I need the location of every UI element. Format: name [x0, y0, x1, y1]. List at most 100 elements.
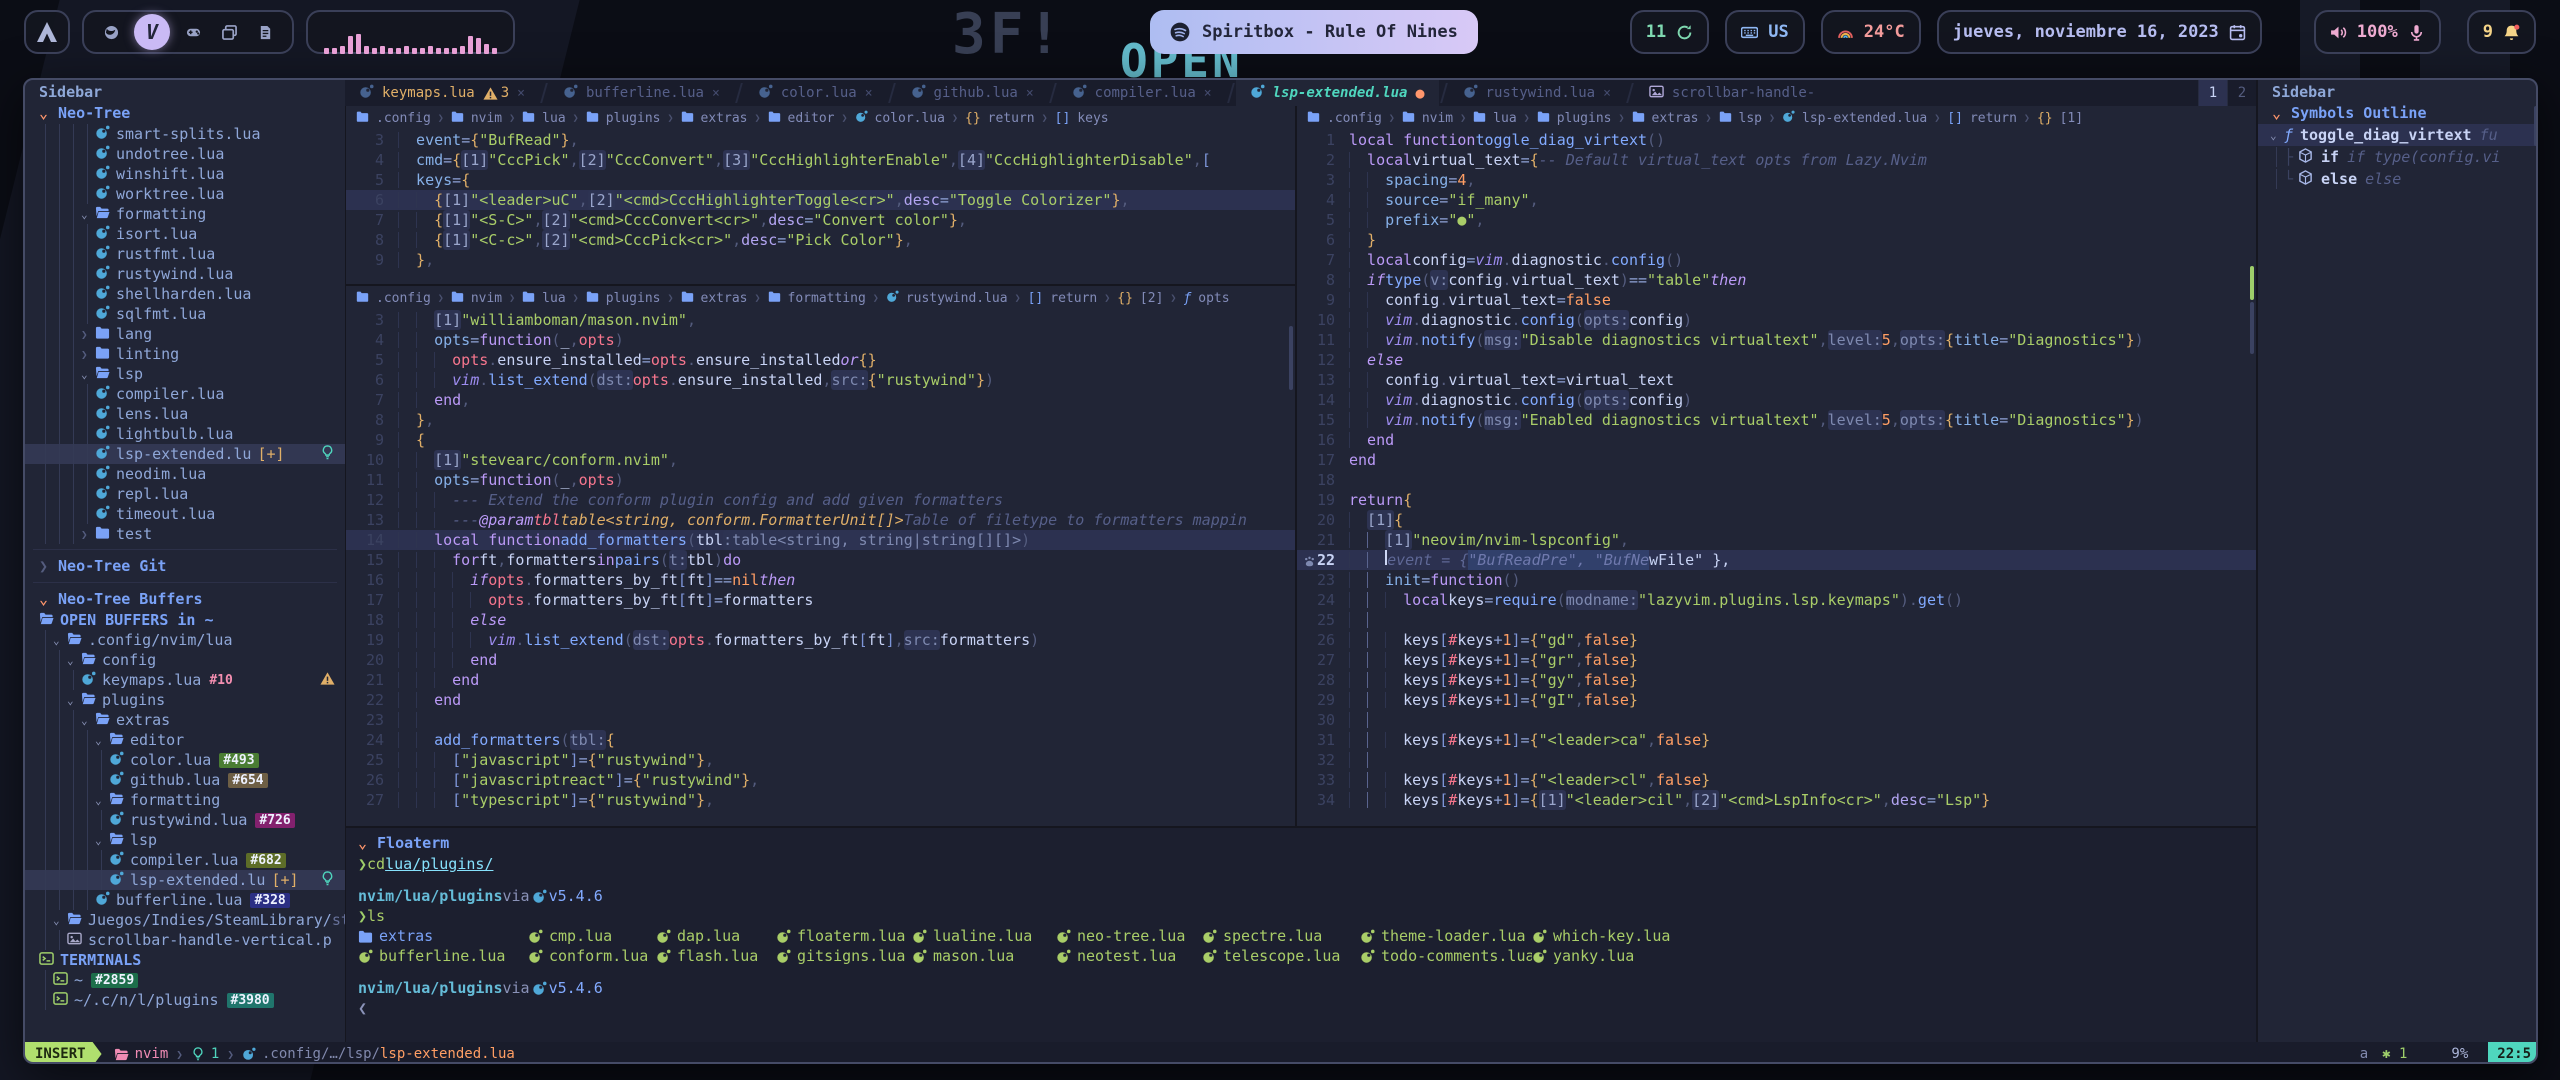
editor-pane-color-lua[interactable]: .config❯nvim❯lua❯plugins❯extras❯editor❯c…: [345, 106, 1295, 284]
code-line-24[interactable]: 24add_formatters(tbl: {: [346, 730, 1295, 750]
breadcrumb-segment[interactable]: keys: [1077, 111, 1108, 126]
code-line-9[interactable]: 9{: [346, 430, 1295, 450]
workspace-gamepad[interactable]: [180, 19, 206, 45]
code-line-27[interactable]: 27keys[#keys + 1] = { "gr", false }: [1297, 650, 2256, 670]
code-line-13[interactable]: 13---@param tbl table<string, conform.Fo…: [346, 510, 1295, 530]
tree-item-lsp-extended-lu[interactable]: lsp-extended.lu[+]: [25, 444, 345, 464]
breadcrumb-segment[interactable]: color.lua: [875, 111, 945, 126]
code-line-16[interactable]: 16end: [1297, 430, 2256, 450]
tab-rustywind-lua[interactable]: rustywind.lua×: [1449, 80, 1625, 106]
tree-item-winshift-lua[interactable]: winshift.lua: [25, 164, 345, 184]
breadcrumb-segment[interactable]: .config: [376, 291, 431, 306]
breadcrumb-segment[interactable]: formatting: [788, 291, 866, 306]
file-entry[interactable]: bufferline.lua: [358, 946, 528, 966]
code-line-11[interactable]: 11vim.notify(msg: "Disable diagnostics v…: [1297, 330, 2256, 350]
tree-item-compiler-lua[interactable]: compiler.lua#682: [25, 850, 345, 870]
editor-pane-lsp-extended-lua[interactable]: .config❯nvim❯lua❯plugins❯extras❯lsp❯lsp-…: [1295, 106, 2256, 826]
tree-item-config[interactable]: ⌄config: [25, 650, 345, 670]
breadcrumb-segment[interactable]: rustywind.lua: [906, 291, 1008, 306]
tree-item-neodim-lua[interactable]: neodim.lua: [25, 464, 345, 484]
file-entry[interactable]: lualine.lua: [912, 926, 1056, 946]
code-line-9[interactable]: 9},: [346, 250, 1295, 270]
floaterm-header[interactable]: ⌄Floaterm: [358, 832, 2256, 854]
workspace-layers[interactable]: [216, 19, 242, 45]
code-line-8[interactable]: 8},: [346, 410, 1295, 430]
code-line-28[interactable]: 28keys[#keys + 1] = { "gy", false }: [1297, 670, 2256, 690]
code-line-4[interactable]: 4source = "if_many",: [1297, 190, 2256, 210]
file-entry[interactable]: flash.lua: [656, 946, 776, 966]
breadcrumb-segment[interactable]: lsp: [1739, 111, 1762, 126]
code-line-24[interactable]: 24local keys = require(modname: "lazyvim…: [1297, 590, 2256, 610]
breadcrumb-segment[interactable]: return: [1970, 111, 2017, 126]
tree-item-lens-lua[interactable]: lens.lua: [25, 404, 345, 424]
file-entry[interactable]: theme-loader.lua: [1360, 926, 1532, 946]
code-line-32[interactable]: 32: [1297, 750, 2256, 770]
updates-widget[interactable]: 11: [1630, 10, 1709, 54]
neotree-header[interactable]: ⌄Neo-Tree: [25, 102, 345, 124]
symbol-if[interactable]: ├ifif type(config.vi: [2258, 146, 2538, 168]
code-line-5[interactable]: 5keys = {: [346, 170, 1295, 190]
file-entry[interactable]: neotest.lua: [1056, 946, 1202, 966]
file-entry[interactable]: conform.lua: [528, 946, 656, 966]
tree-item-TERMINALS[interactable]: TERMINALS: [25, 950, 345, 970]
code-line-25[interactable]: 25: [1297, 610, 2256, 630]
tree-item-~[interactable]: ~#2859: [25, 970, 345, 990]
code-line-2[interactable]: 2local virtual_text = { -- Default virtu…: [1297, 150, 2256, 170]
tree-item-bufferline-lua[interactable]: bufferline.lua#328: [25, 890, 345, 910]
close-icon[interactable]: ×: [1204, 86, 1212, 101]
close-icon[interactable]: ×: [712, 86, 720, 101]
file-entry[interactable]: spectre.lua: [1202, 926, 1360, 946]
symbol-else[interactable]: └elseelse: [2258, 168, 2538, 190]
breadcrumb-segment[interactable]: [2]: [1140, 291, 1163, 306]
tree-item-formatting[interactable]: ⌄formatting: [25, 790, 345, 810]
breadcrumb-segment[interactable]: nvim: [471, 111, 502, 126]
breadcrumb-segment[interactable]: lua: [1493, 111, 1516, 126]
close-icon[interactable]: ×: [1026, 86, 1034, 101]
weather-widget[interactable]: 24°C: [1821, 10, 1921, 54]
breadcrumb-segment[interactable]: plugins: [606, 111, 661, 126]
audio-widget[interactable]: 100%: [2314, 10, 2441, 54]
code-line-6[interactable]: 6vim.list_extend(dst: opts.ensure_instal…: [346, 370, 1295, 390]
tree-item-lang[interactable]: ❯lang: [25, 324, 345, 344]
tree-item-keymaps-lua[interactable]: keymaps.lua#10: [25, 670, 345, 690]
tree-item-sqlfmt-lua[interactable]: sqlfmt.lua: [25, 304, 345, 324]
breadcrumb-segment[interactable]: plugins: [606, 291, 661, 306]
breadcrumb-segment[interactable]: extras: [1652, 111, 1699, 126]
tree-item-undotree-lua[interactable]: undotree.lua: [25, 144, 345, 164]
code-line-12[interactable]: 12--- Extend the conform plugin config a…: [346, 490, 1295, 510]
workspace-firefox[interactable]: [98, 19, 124, 45]
code-line-3[interactable]: 3[1]"williamboman/mason.nvim",: [346, 310, 1295, 330]
code-line-18[interactable]: 18: [1297, 470, 2256, 490]
breadcrumb-segment[interactable]: plugins: [1557, 111, 1612, 126]
code-line-10[interactable]: 10[1]"stevearc/conform.nvim",: [346, 450, 1295, 470]
code-line-4[interactable]: 4cmd = { [1]"CccPick", [2]"CccConvert", …: [346, 150, 1295, 170]
code-line-23[interactable]: 23: [346, 710, 1295, 730]
file-entry[interactable]: yanky.lua: [1532, 946, 1692, 966]
code-line-20[interactable]: 20[1]{: [1297, 510, 2256, 530]
breadcrumb-segment[interactable]: lua: [542, 111, 565, 126]
symbol-toggle_diag_virtext[interactable]: ⌄ƒtoggle_diag_virtextfu: [2258, 124, 2538, 146]
tree-item-OPEN-BUFFERS-in-~[interactable]: OPEN BUFFERS in ~: [25, 610, 345, 630]
file-entry[interactable]: mason.lua: [912, 946, 1056, 966]
tree-item-lsp[interactable]: ⌄lsp: [25, 830, 345, 850]
code-line-26[interactable]: 26["javascriptreact"] = { "rustywind" },: [346, 770, 1295, 790]
code-line-22[interactable]: 22end: [346, 690, 1295, 710]
launcher-button[interactable]: [24, 10, 70, 54]
code-line-20[interactable]: 20end: [346, 650, 1295, 670]
code-line-34[interactable]: 34keys[#keys + 1] = { [1]"<leader>cil", …: [1297, 790, 2256, 810]
code-line-11[interactable]: 11opts = function(_, opts): [346, 470, 1295, 490]
code-line-6[interactable]: 6}: [1297, 230, 2256, 250]
code-line-14[interactable]: 14local function add_formatters(tbl :tab…: [346, 530, 1295, 550]
code-line-27[interactable]: 27["typescript"] = { "rustywind" },: [346, 790, 1295, 810]
file-entry[interactable]: dap.lua: [656, 926, 776, 946]
code-line-21[interactable]: 21[1]"neovim/nvim-lspconfig",: [1297, 530, 2256, 550]
tree-item-color-lua[interactable]: color.lua#493: [25, 750, 345, 770]
tree-item-rustywind-lua[interactable]: rustywind.lua: [25, 264, 345, 284]
tabpage-2[interactable]: 2: [2227, 80, 2256, 106]
file-entry[interactable]: cmp.lua: [528, 926, 656, 946]
code-line-3[interactable]: 3spacing = 4,: [1297, 170, 2256, 190]
tree-item-timeout-lua[interactable]: timeout.lua: [25, 504, 345, 524]
tab-github-lua[interactable]: github.lua×: [897, 80, 1048, 106]
tree-item-smart-splits-lua[interactable]: smart-splits.lua: [25, 124, 345, 144]
tree-item-repl-lua[interactable]: repl.lua: [25, 484, 345, 504]
